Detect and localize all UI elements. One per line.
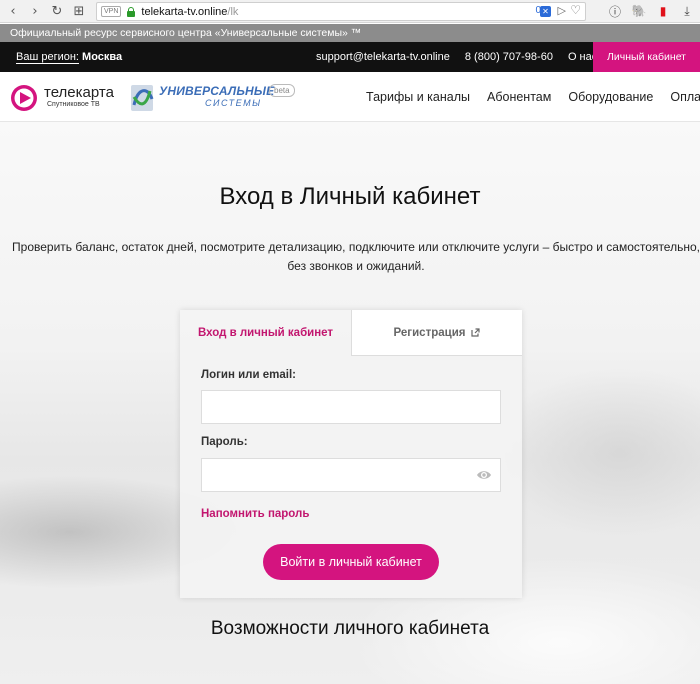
partner-name: УНИВЕРСАЛЬНЫЕ: [159, 84, 275, 98]
download-icon[interactable]: ⤓: [680, 3, 694, 19]
send-icon[interactable]: ▷: [558, 4, 566, 17]
browser-toolbar: ‹ › ↻ ⊞ VPN telekarta-tv.online/lk 0 ✕ ▷…: [0, 0, 700, 23]
hero-section: Вход в Личный кабинет Проверить баланс, …: [0, 122, 700, 684]
login-card: Вход в личный кабинет Регистрация Логин …: [180, 310, 522, 598]
support-email-link[interactable]: support@telekarta-tv.online: [316, 51, 450, 63]
url-host: telekarta-tv.online: [141, 5, 228, 18]
forward-icon[interactable]: ›: [24, 0, 46, 22]
info-icon[interactable]: ⓘ: [608, 3, 622, 19]
logo-title[interactable]: телекарта: [44, 84, 114, 101]
remind-password-link[interactable]: Напомнить пароль: [201, 508, 309, 520]
nav-payment[interactable]: Оплата: [670, 90, 700, 104]
external-link-icon: [471, 328, 481, 337]
partner-subtitle: СИСТЕМЫ: [205, 98, 262, 108]
nav-tariffs[interactable]: Тарифы и каналы: [366, 90, 470, 104]
region-selector[interactable]: Ваш регион: Москва: [16, 51, 122, 64]
region-value[interactable]: Москва: [82, 51, 122, 63]
login-submit-button[interactable]: Войти в личный кабинет: [263, 544, 439, 580]
main-navigation: Тарифы и каналы Абонентам Оборудование О…: [366, 90, 700, 104]
heart-icon[interactable]: ♡: [570, 3, 581, 17]
region-label: Ваш регион:: [16, 51, 79, 64]
page-description: Проверить баланс, остаток дней, посмотри…: [12, 238, 700, 276]
phone-link[interactable]: 8 (800) 707-98-60: [465, 51, 553, 63]
login-label: Логин или email:: [201, 369, 296, 381]
show-password-icon[interactable]: [476, 469, 492, 481]
page-title: Вход в Личный кабинет: [219, 183, 481, 210]
bookmark-icon[interactable]: ▮: [656, 3, 670, 19]
universal-systems-logo-icon[interactable]: [128, 81, 156, 113]
nav-subscribers[interactable]: Абонентам: [487, 90, 551, 104]
description-line-1: Проверить баланс, остаток дней, посмотри…: [12, 240, 700, 254]
personal-cabinet-button[interactable]: Личный кабинет: [593, 42, 700, 72]
features-title: Возможности личного кабинета: [210, 618, 490, 639]
reload-icon[interactable]: ↻: [46, 0, 68, 22]
vpn-badge[interactable]: VPN: [101, 6, 122, 17]
nav-equipment[interactable]: Оборудование: [568, 90, 653, 104]
description-line-2: без звонков и ожиданий.: [287, 259, 425, 273]
address-bar[interactable]: VPN telekarta-tv.online/lk 0 ✕ ▷ ♡: [96, 2, 586, 21]
grid-icon[interactable]: ⊞: [68, 0, 90, 22]
tab-register-label: Регистрация: [393, 326, 466, 339]
password-label: Пароль:: [201, 436, 248, 448]
lock-icon: [127, 6, 136, 17]
login-input[interactable]: [201, 390, 501, 424]
tab-login[interactable]: Вход в личный кабинет: [180, 310, 351, 356]
evernote-icon[interactable]: 🐘: [632, 3, 647, 19]
extension-icon[interactable]: ✕: [540, 6, 551, 17]
tab-register[interactable]: Регистрация: [351, 310, 522, 356]
beta-badge: beta: [269, 84, 295, 97]
password-field[interactable]: [201, 458, 501, 492]
back-icon[interactable]: ‹: [2, 0, 24, 22]
url-path: /lk: [227, 5, 239, 18]
official-notice: Официальный ресурс сервисного центра «Ун…: [0, 24, 700, 42]
site-header: телекарта Спутниковое ТВ УНИВЕРСАЛЬНЫЕ С…: [0, 72, 700, 122]
telekarta-logo-icon[interactable]: [10, 84, 38, 112]
top-bar: Ваш регион: Москва support@telekarta-tv.…: [0, 42, 700, 72]
logo-subtitle: Спутниковое ТВ: [47, 101, 100, 108]
